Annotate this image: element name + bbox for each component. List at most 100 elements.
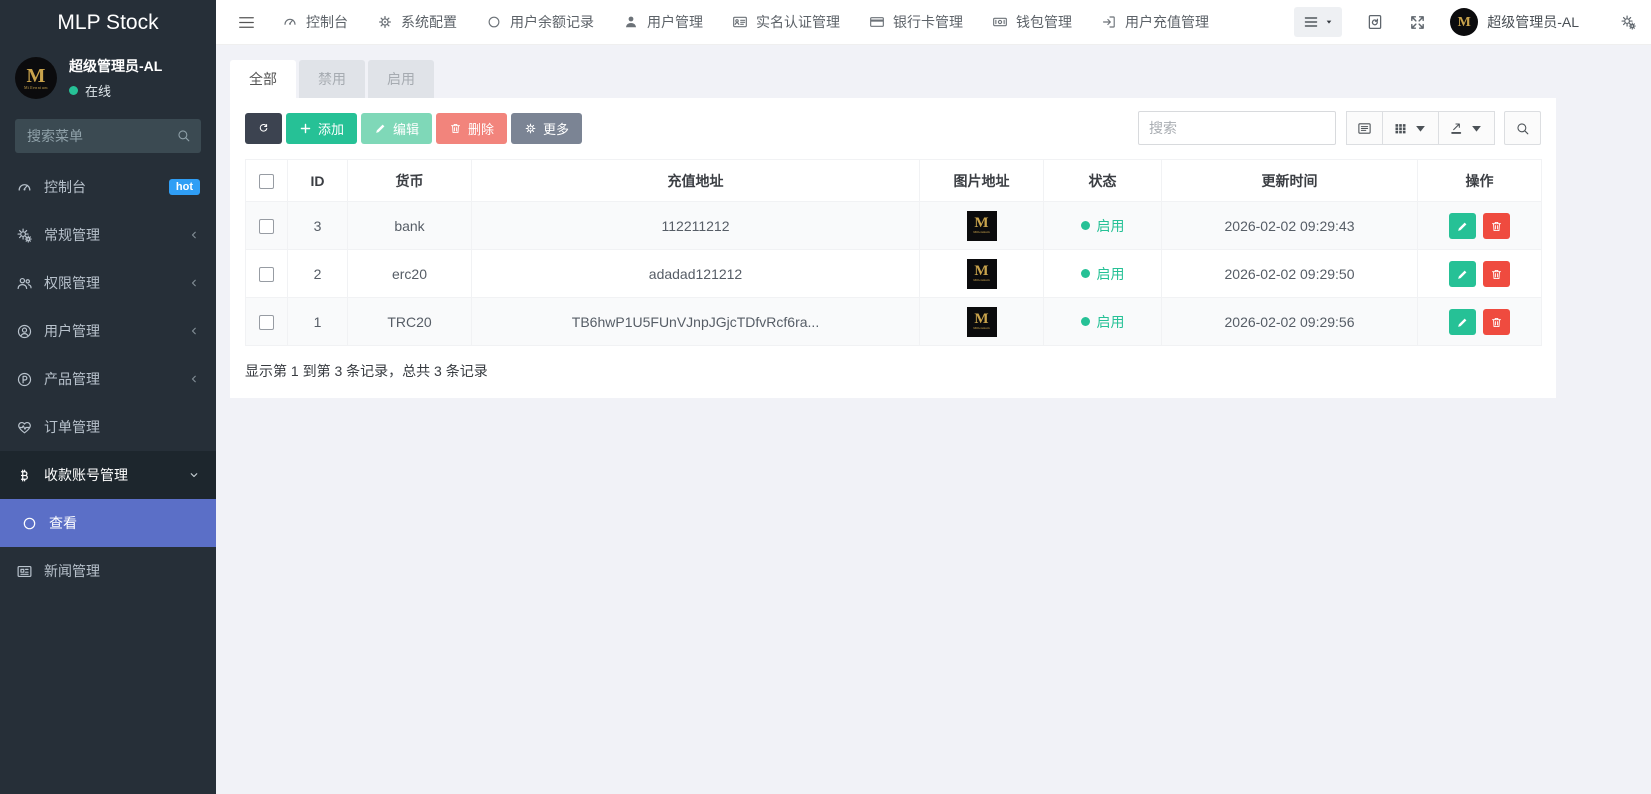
tab-2[interactable]: 启用 [368,60,434,98]
list-dropdown-button[interactable] [1294,7,1342,37]
row-delete-button[interactable] [1483,309,1510,335]
menu-search-input[interactable] [15,119,201,153]
column-header-4[interactable]: 状态 [1044,160,1162,202]
avatar[interactable]: M Millennium [15,57,57,99]
nav-tab-5[interactable]: 银行卡管理 [869,12,963,32]
navbar-avatar: M [1450,8,1478,36]
more-button[interactable]: 更多 [511,113,582,144]
fullscreen-button[interactable] [1408,13,1426,31]
refresh-page-button[interactable] [1366,13,1384,31]
pencil-icon [1456,316,1469,329]
nav-tab-3[interactable]: 用户管理 [623,12,703,32]
row-delete-button[interactable] [1483,213,1510,239]
sidebar-menu: 控制台 hot 常规管理 权限管理 用户管理 产品管理 订单管理 收款账号管理 … [0,163,216,595]
detail-view-button[interactable] [1346,111,1383,145]
export-button[interactable] [1439,111,1495,145]
tab-0[interactable]: 全部 [230,60,296,98]
currency-image-thumbnail[interactable]: M Millennium [967,211,997,241]
sidebar-item-1[interactable]: 常规管理 [0,211,216,259]
sidebar-item-5[interactable]: 订单管理 [0,403,216,451]
cell-id: 2 [288,250,348,298]
column-header-2[interactable]: 充值地址 [472,160,920,202]
sidebar-item-3[interactable]: 用户管理 [0,307,216,355]
fullscreen-icon [1409,14,1426,31]
column-header-6[interactable]: 操作 [1418,160,1542,202]
currency-image-thumbnail[interactable]: M Millennium [967,259,997,289]
settings-button[interactable] [1619,13,1637,31]
status-filter-tabs: 全部禁用启用 [230,60,1651,98]
app-window: MLP Stock M Millennium 超级管理员-AL 在线 控制台 h… [0,0,1651,794]
nav-tab-6[interactable]: 钱包管理 [992,12,1072,32]
table-search-input[interactable] [1138,111,1336,145]
row-edit-button[interactable] [1449,261,1476,287]
sidebar-item-4[interactable]: 产品管理 [0,355,216,403]
refresh-button[interactable] [245,113,282,144]
sidebar-item-label: 权限管理 [44,273,100,293]
advanced-search-button[interactable] [1504,111,1541,145]
chevron-left-icon [188,325,200,337]
row-checkbox[interactable] [259,219,274,234]
select-all-checkbox[interactable] [259,174,274,189]
sidebar-item-label: 收款账号管理 [44,465,128,485]
tab-1[interactable]: 禁用 [299,60,365,98]
currency-image-thumbnail[interactable]: M Millennium [967,307,997,337]
nav-tab-1[interactable]: 系统配置 [377,12,457,32]
brand-title[interactable]: MLP Stock [0,0,216,46]
delete-button[interactable]: 删除 [436,113,507,144]
sidebar-item-8[interactable]: 新闻管理 [0,547,216,595]
cell-updated-time: 2026-02-02 09:29:50 [1162,250,1418,298]
column-header-0[interactable]: ID [288,160,348,202]
chevron-left-icon [188,229,200,241]
sidebar-item-6[interactable]: 收款账号管理 [0,451,216,499]
page-refresh-icon [1366,13,1384,31]
bitcoin-icon [16,467,33,484]
nav-tab-4[interactable]: 实名认证管理 [732,12,840,32]
pencil-icon [1456,220,1469,233]
user-status: 在线 [69,81,162,100]
status-badge: 启用 [1081,264,1125,284]
column-header-1[interactable]: 货币 [348,160,472,202]
newspaper-icon [16,563,33,580]
caret-down-icon [1469,121,1484,136]
cell-id: 3 [288,202,348,250]
row-checkbox[interactable] [259,267,274,282]
search-icon[interactable] [176,128,191,143]
navbar-user[interactable]: M 超级管理员-AL [1450,8,1579,36]
row-delete-button[interactable] [1483,261,1510,287]
row-edit-button[interactable] [1449,213,1476,239]
user-name: 超级管理员-AL [69,56,162,76]
add-button[interactable]: 添加 [286,113,357,144]
edit-button[interactable]: 编辑 [361,113,432,144]
signin-icon [1101,14,1117,30]
nav-tab-0[interactable]: 控制台 [282,12,348,32]
nav-tab-7[interactable]: 用户充值管理 [1101,12,1209,32]
top-navbar: 控制台 系统配置 用户余额记录 用户管理 实名认证管理 银行卡管理 钱包管理 用… [216,0,1651,45]
column-header-3[interactable]: 图片地址 [920,160,1044,202]
columns-button[interactable] [1383,111,1439,145]
table-row: 1 TRC20 TB6hwP1U5FUnVJnpJGjcTDfvRcf6ra..… [246,298,1542,346]
sidebar-item-0[interactable]: 控制台 hot [0,163,216,211]
sidebar-item-label: 订单管理 [44,417,100,437]
status-dot-icon [1081,317,1090,326]
sidebar-item-2[interactable]: 权限管理 [0,259,216,307]
top-nav-tabs: 控制台 系统配置 用户余额记录 用户管理 实名认证管理 银行卡管理 钱包管理 用… [282,12,1238,32]
deposit-address-table: ID货币充值地址图片地址状态更新时间操作 3 bank 112211212 M … [245,159,1542,346]
table-panel: 添加 编辑 删除 更多 [230,98,1556,398]
money-icon [992,14,1008,30]
row-edit-button[interactable] [1449,309,1476,335]
cell-address: 112211212 [472,202,920,250]
sidebar-item-7[interactable]: 查看 [0,499,216,547]
sidebar: MLP Stock M Millennium 超级管理员-AL 在线 控制台 h… [0,0,216,794]
user-circle-icon [16,323,33,340]
trash-icon [1490,316,1503,329]
sidebar-item-label: 新闻管理 [44,561,100,581]
circle-o-icon [21,515,38,532]
row-checkbox[interactable] [259,315,274,330]
nav-tab-2[interactable]: 用户余额记录 [486,12,594,32]
hamburger-menu-icon[interactable] [237,13,256,32]
table-header-row: ID货币充值地址图片地址状态更新时间操作 [246,160,1542,202]
gear-icon [377,14,393,30]
gear-icon [524,122,537,135]
column-header-5[interactable]: 更新时间 [1162,160,1418,202]
cell-address: adadad121212 [472,250,920,298]
